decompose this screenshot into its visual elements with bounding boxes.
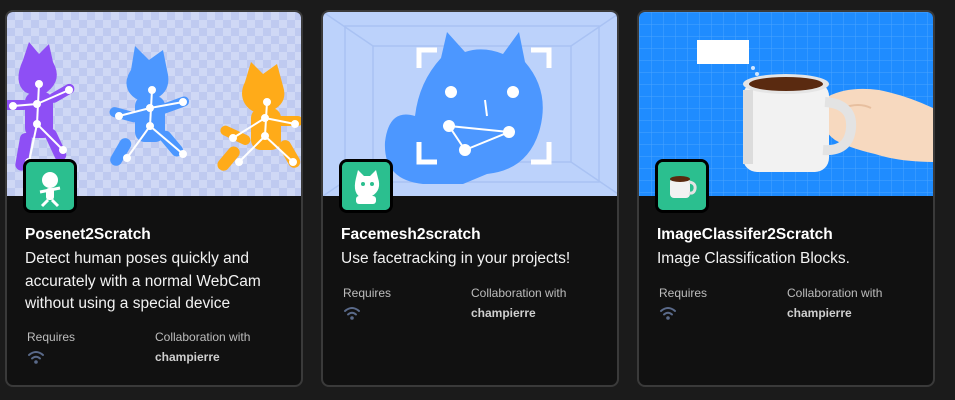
collaboration-section: Collaboration with champierre xyxy=(471,286,566,320)
card-description: Use facetracking in your projects! xyxy=(341,250,571,267)
collaborator-name: champierre xyxy=(787,306,852,320)
extension-card-posenet2scratch[interactable]: Posenet2Scratch Detect human poses quick… xyxy=(5,10,303,387)
collaboration-section: Collaboration with champierre xyxy=(787,286,882,320)
extension-card-facemesh2scratch[interactable]: Facemesh2scratch Use facetracking in you… xyxy=(321,10,619,387)
facemesh-extension-icon xyxy=(339,159,393,213)
requires-section: Requires xyxy=(659,286,707,323)
collaboration-label: Collaboration with xyxy=(155,330,251,344)
posenet-extension-icon xyxy=(23,159,77,213)
requires-section: Requires xyxy=(27,330,75,367)
requires-label: Requires xyxy=(27,330,76,344)
extension-card-imageclassifer2scratch[interactable]: ImageClassifer2Scratch Image Classificat… xyxy=(637,10,935,387)
requires-label: Requires xyxy=(659,286,708,300)
collaboration-section: Collaboration with champierre xyxy=(155,330,250,364)
requires-label: Requires xyxy=(343,286,392,300)
card-description: Image Classification Blocks. xyxy=(657,250,850,267)
collaboration-label: Collaboration with xyxy=(471,286,567,300)
wifi-icon xyxy=(343,306,391,323)
collaboration-label: Collaboration with xyxy=(787,286,883,300)
collaborator-name: champierre xyxy=(155,350,220,364)
card-title: Posenet2Scratch xyxy=(25,226,151,243)
wifi-icon xyxy=(659,306,707,323)
wifi-icon xyxy=(27,350,75,367)
imageclassifier-extension-icon xyxy=(655,159,709,213)
collaborator-name: champierre xyxy=(471,306,536,320)
card-title: Facemesh2scratch xyxy=(341,226,481,243)
card-title: ImageClassifer2Scratch xyxy=(657,226,833,243)
card-description: Detect human poses quickly and accuratel… xyxy=(25,250,261,312)
requires-section: Requires xyxy=(343,286,391,323)
